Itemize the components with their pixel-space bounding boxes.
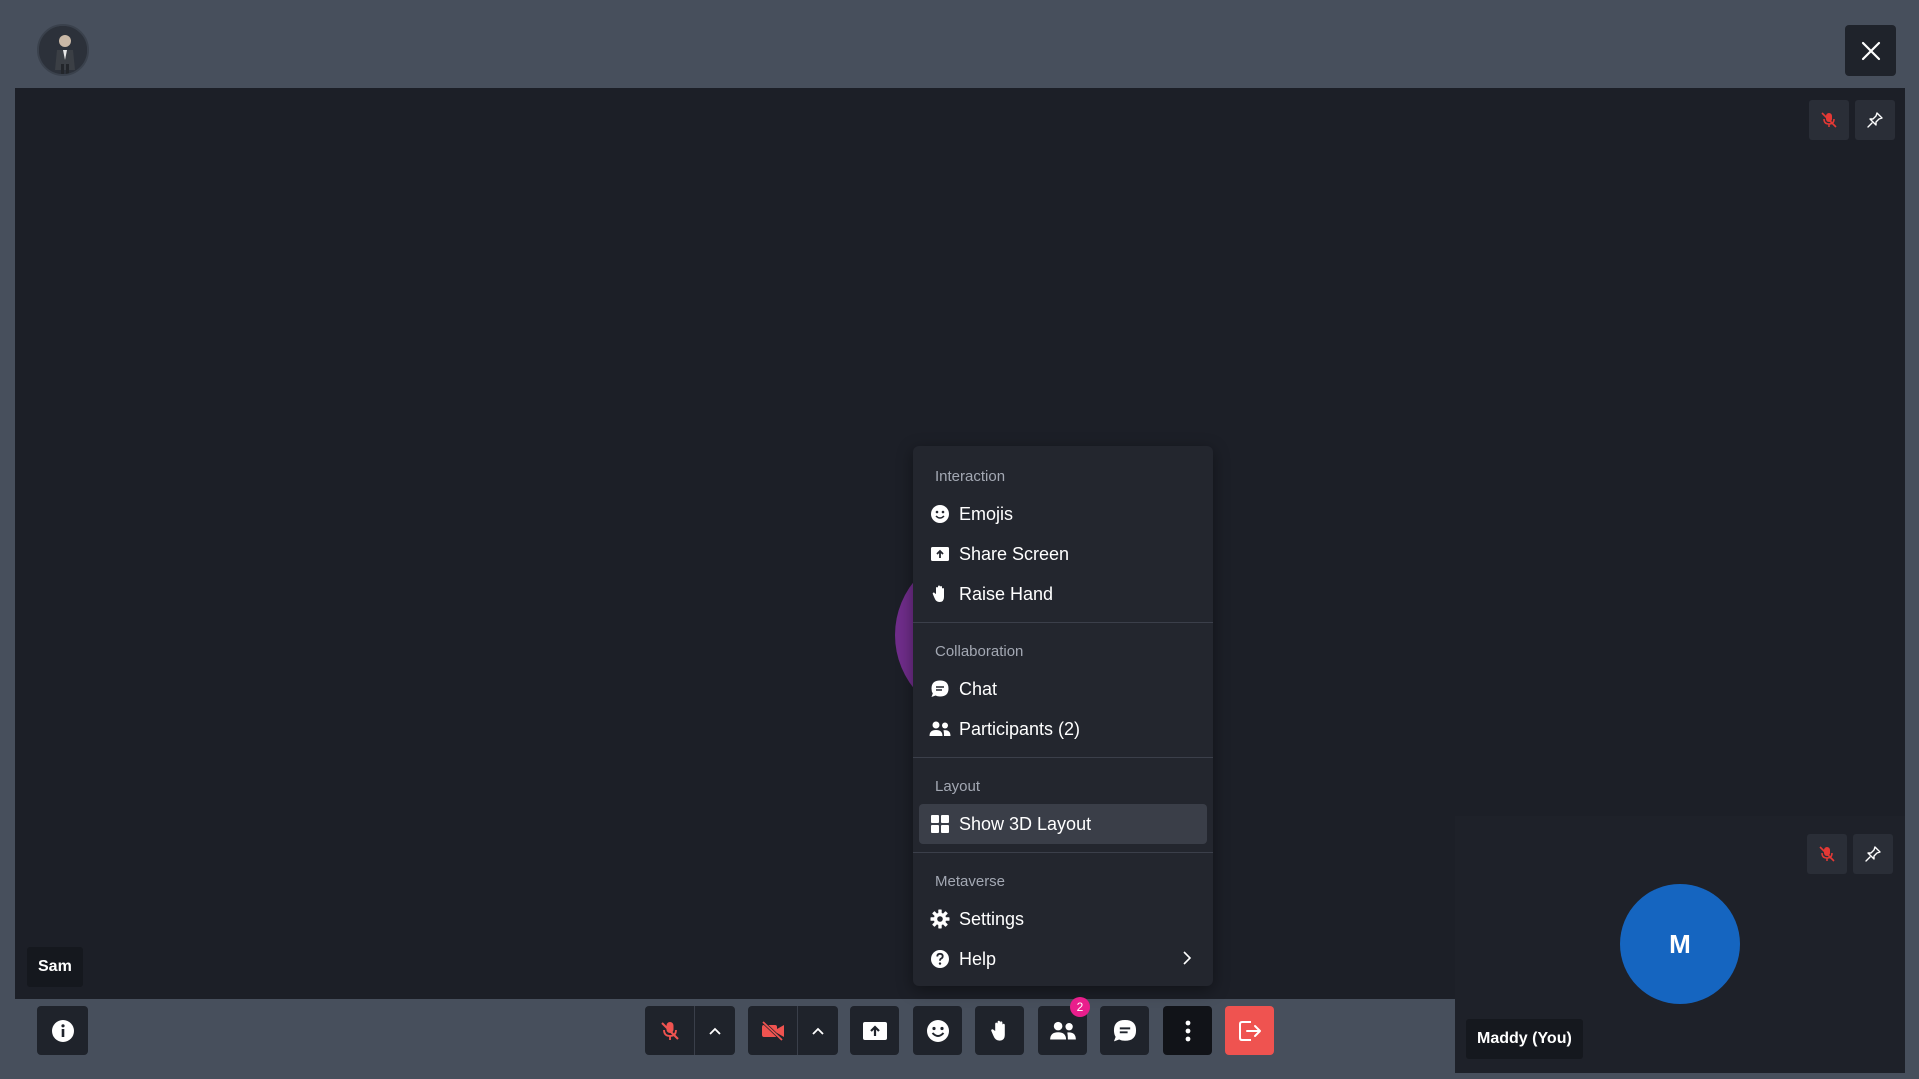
self-tile-pin-button[interactable]: [1853, 834, 1893, 874]
hand-icon: [990, 1020, 1005, 1041]
camera-options-button[interactable]: [798, 1006, 838, 1055]
chat-icon: [1113, 1019, 1136, 1041]
menu-heading: Collaboration: [935, 643, 1024, 660]
pin-icon: [1865, 846, 1881, 862]
more-vertical-icon: [1185, 1020, 1190, 1041]
hand-icon: [929, 583, 951, 605]
share-screen-icon: [862, 1021, 887, 1040]
menu-item-emojis[interactable]: Emojis: [919, 494, 1207, 534]
menu-item-label: Show 3D Layout: [959, 813, 1092, 834]
more-options-menu: Interaction Emojis Share Screen Raise Ha…: [913, 446, 1213, 986]
menu-item-label: Share Screen: [959, 543, 1070, 564]
participants-icon: [1049, 1021, 1076, 1040]
mic-toggle-button[interactable]: [645, 1006, 694, 1055]
main-tile-controls: [1809, 100, 1895, 140]
gear-icon: [929, 908, 951, 930]
leave-call-button[interactable]: [1225, 1006, 1274, 1055]
mic-options-button[interactable]: [695, 1006, 735, 1055]
self-tile-controls: [1807, 834, 1893, 874]
menu-heading: Interaction: [935, 468, 1006, 485]
mic-off-icon: [1819, 846, 1835, 862]
menu-section-layout: Layout Show 3D Layout: [913, 766, 1213, 844]
menu-heading: Metaverse: [935, 873, 1006, 890]
menu-item-participants[interactable]: Participants (2): [919, 709, 1207, 749]
smile-icon: [926, 1019, 949, 1042]
raise-hand-button[interactable]: [975, 1006, 1024, 1055]
menu-divider: [913, 622, 1213, 623]
chevron-up-icon: [709, 1027, 721, 1035]
emoji-button[interactable]: [913, 1006, 962, 1055]
mic-off-icon: [660, 1021, 679, 1040]
participants-button[interactable]: 2: [1038, 997, 1090, 1055]
close-button[interactable]: [1845, 25, 1896, 76]
menu-section-collaboration: Collaboration Chat Participants (2): [913, 631, 1213, 749]
menu-item-chat[interactable]: Chat: [919, 669, 1207, 709]
menu-item-raise-hand[interactable]: Raise Hand: [919, 574, 1207, 614]
menu-section-interaction: Interaction Emojis Share Screen Raise Ha…: [913, 456, 1213, 614]
remote-name-tag: Sam: [27, 947, 83, 987]
menu-item-label: Settings: [959, 908, 1025, 929]
menu-item-help[interactable]: Help: [919, 939, 1207, 979]
chat-icon: [929, 678, 951, 700]
menu-divider: [913, 757, 1213, 758]
smile-icon: [929, 503, 951, 525]
main-tile-pin-button[interactable]: [1855, 100, 1895, 140]
menu-item-label: Chat: [959, 678, 998, 699]
pin-icon: [1867, 112, 1883, 128]
chat-button[interactable]: [1100, 1006, 1149, 1055]
main-tile-mute-indicator[interactable]: [1809, 100, 1849, 140]
self-avatar: M: [1620, 884, 1740, 1004]
menu-section-metaverse: Metaverse Settings Help: [913, 861, 1213, 979]
grid-icon: [929, 813, 951, 835]
help-icon: [929, 948, 951, 970]
share-screen-button[interactable]: [850, 1006, 899, 1055]
call-toolbar: 2: [0, 997, 1919, 1055]
menu-item-label: Help: [959, 948, 997, 969]
menu-item-show-3d-layout[interactable]: Show 3D Layout: [919, 804, 1207, 844]
self-tile-mute-indicator[interactable]: [1807, 834, 1847, 874]
menu-divider: [913, 852, 1213, 853]
mic-off-icon: [1821, 112, 1837, 128]
leave-icon: [1238, 1020, 1261, 1041]
camera-off-icon: [761, 1020, 784, 1041]
participants-count-badge: 2: [1070, 997, 1090, 1017]
close-icon: [1861, 41, 1880, 60]
more-options-button[interactable]: [1163, 1006, 1212, 1055]
chevron-up-icon: [812, 1027, 824, 1035]
menu-item-label: Raise Hand: [959, 583, 1054, 604]
user-avatar[interactable]: [37, 24, 89, 76]
menu-item-label: Participants (2): [959, 718, 1081, 739]
chevron-right-icon: [1181, 949, 1193, 972]
camera-toggle-button[interactable]: [748, 1006, 797, 1055]
menu-item-settings[interactable]: Settings: [919, 899, 1207, 939]
menu-heading: Layout: [935, 778, 981, 795]
participants-icon: [929, 718, 951, 740]
menu-item-label: Emojis: [959, 503, 1014, 524]
share-screen-icon: [929, 543, 951, 565]
menu-item-share-screen[interactable]: Share Screen: [919, 534, 1207, 574]
person-figure-icon: [39, 26, 87, 74]
